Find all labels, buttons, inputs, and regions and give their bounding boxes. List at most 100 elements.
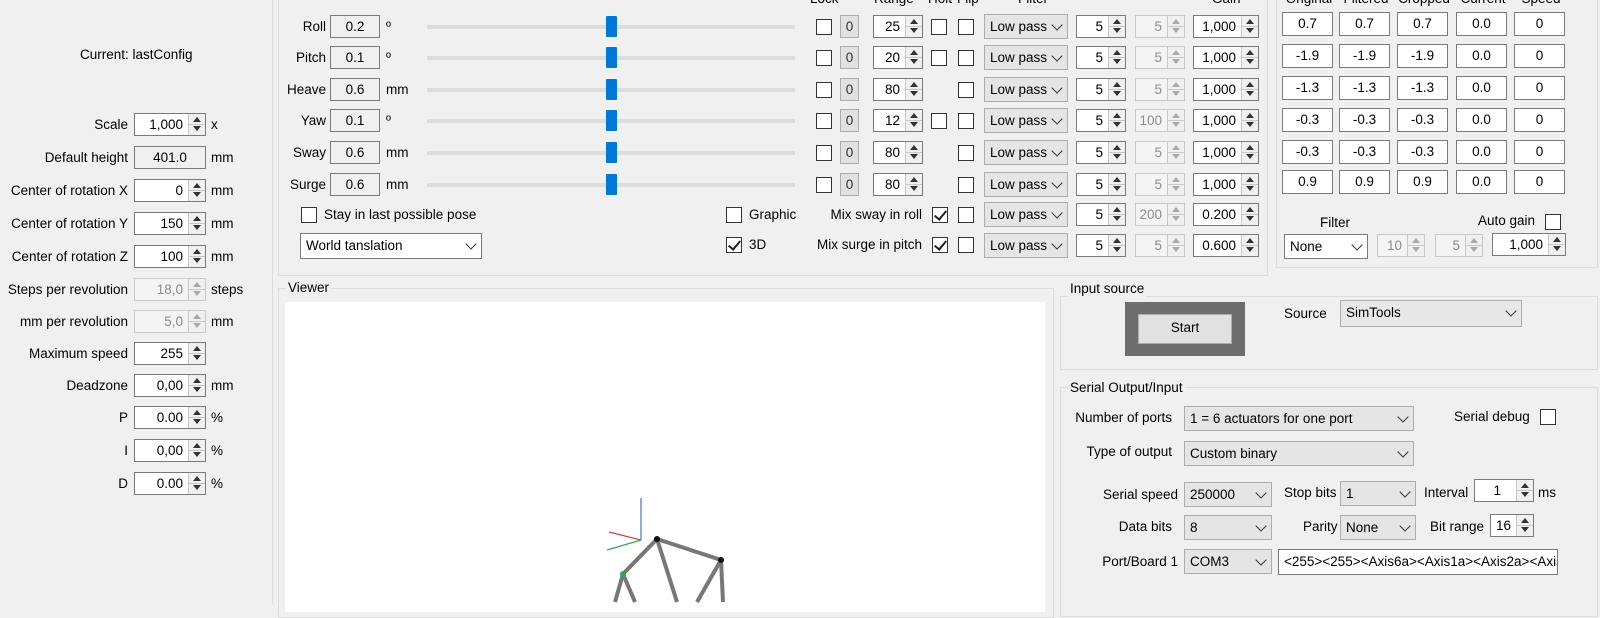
axis-range-spin[interactable]: 80 [873, 141, 923, 164]
axis-gain-spin[interactable]: 1,000 [1193, 46, 1259, 69]
viewer-canvas[interactable] [285, 302, 1045, 612]
axis-range-spin[interactable]: 80 [873, 173, 923, 196]
filter-f2-spin[interactable]: 5 [1435, 234, 1483, 257]
axis-lock-button[interactable]: 0 [840, 46, 859, 69]
axis-filter-select[interactable]: Low pass [984, 108, 1068, 133]
filter-gain-spin[interactable]: 1,000 [1492, 233, 1566, 256]
stepper-arrows-icon[interactable] [188, 440, 205, 461]
stepper-arrows-icon[interactable] [1167, 79, 1184, 100]
output-format-input[interactable]: <255><255><Axis6a><Axis1a><Axis2a><Axis [1278, 549, 1558, 575]
stepper-arrows-icon[interactable] [1548, 234, 1565, 255]
mix-filter-select[interactable]: Low pass [984, 202, 1068, 227]
axis-filter-f1-spin[interactable]: 5 [1076, 46, 1126, 69]
axis-range-spin[interactable]: 12 [873, 109, 923, 132]
left-row-spin[interactable]: 0,00 [134, 439, 206, 462]
start-button[interactable]: Start [1138, 314, 1232, 344]
stepper-arrows-icon[interactable] [1241, 79, 1258, 100]
stepper-arrows-icon[interactable] [1241, 204, 1258, 225]
axis-filter-f2-spin[interactable]: 5 [1135, 173, 1185, 196]
axis-lock-checkbox[interactable] [816, 19, 832, 35]
axis-filter-select[interactable]: Low pass [984, 172, 1068, 197]
stepper-arrows-icon[interactable] [1465, 235, 1482, 256]
stepper-arrows-icon[interactable] [1241, 47, 1258, 68]
stepper-arrows-icon[interactable] [905, 174, 922, 195]
axis-gain-spin[interactable]: 1,000 [1193, 78, 1259, 101]
stepper-arrows-icon[interactable] [1108, 204, 1125, 225]
stepper-arrows-icon[interactable] [1516, 515, 1533, 536]
left-row-spin[interactable]: 1,000 [134, 113, 206, 136]
mix-filter-select[interactable]: Low pass [984, 233, 1068, 258]
stepper-arrows-icon[interactable] [1108, 47, 1125, 68]
serial-debug-checkbox[interactable] [1540, 409, 1556, 425]
axis-flip-checkbox[interactable] [958, 19, 974, 35]
stepper-arrows-icon[interactable] [188, 311, 205, 332]
axis-filter-f1-spin[interactable]: 5 [1076, 173, 1126, 196]
axis-slider-thumb[interactable] [606, 47, 617, 68]
axis-range-spin[interactable]: 25 [873, 15, 923, 38]
axis-flip-checkbox[interactable] [958, 50, 974, 66]
stepper-arrows-icon[interactable] [1167, 174, 1184, 195]
axis-filter-f1-spin[interactable]: 5 [1076, 78, 1126, 101]
axis-filter-f2-spin[interactable]: 5 [1135, 78, 1185, 101]
stepper-arrows-icon[interactable] [905, 142, 922, 163]
port-board-select[interactable]: COM3 [1184, 549, 1272, 574]
mix-filter-f2-spin[interactable]: 5 [1135, 234, 1185, 257]
axis-filter-select[interactable]: Low pass [984, 14, 1068, 39]
axis-gain-spin[interactable]: 1,000 [1193, 109, 1259, 132]
stepper-arrows-icon[interactable] [905, 79, 922, 100]
stepper-arrows-icon[interactable] [1167, 47, 1184, 68]
axis-flip-checkbox[interactable] [958, 82, 974, 98]
stepper-arrows-icon[interactable] [905, 47, 922, 68]
stepper-arrows-icon[interactable] [188, 114, 205, 135]
stepper-arrows-icon[interactable] [1108, 79, 1125, 100]
axis-lock-checkbox[interactable] [816, 50, 832, 66]
mix-gain-spin[interactable]: 0.200 [1193, 203, 1259, 226]
filter-f1-spin[interactable]: 10 [1377, 234, 1425, 257]
filter-select[interactable]: None [1284, 234, 1368, 259]
axis-filter-select[interactable]: Low pass [984, 140, 1068, 165]
stepper-arrows-icon[interactable] [1108, 235, 1125, 256]
axis-filter-select[interactable]: Low pass [984, 45, 1068, 70]
axis-lock-button[interactable]: 0 [840, 15, 859, 38]
axis-lock-checkbox[interactable] [816, 113, 832, 129]
source-select[interactable]: SimTools [1340, 300, 1522, 327]
axis-filter-f2-spin[interactable]: 5 [1135, 46, 1185, 69]
mix-sway-flip-checkbox[interactable] [958, 207, 974, 223]
serial-speed-select[interactable]: 250000 [1184, 482, 1272, 507]
axis-slider-thumb[interactable] [606, 110, 617, 131]
axis-lock-button[interactable]: 0 [840, 109, 859, 132]
axis-flip-checkbox[interactable] [958, 113, 974, 129]
stepper-arrows-icon[interactable] [1241, 174, 1258, 195]
left-row-spin[interactable]: 150 [134, 212, 206, 235]
axis-lock-button[interactable]: 0 [840, 173, 859, 196]
stepper-arrows-icon[interactable] [1108, 174, 1125, 195]
axis-lock-button[interactable]: 0 [840, 141, 859, 164]
stepper-arrows-icon[interactable] [1108, 142, 1125, 163]
left-row-spin[interactable]: 0.00 [134, 472, 206, 495]
axis-lock-checkbox[interactable] [816, 177, 832, 193]
left-row-spin[interactable]: 100 [134, 245, 206, 268]
stepper-arrows-icon[interactable] [1108, 16, 1125, 37]
stepper-arrows-icon[interactable] [188, 375, 205, 396]
stepper-arrows-icon[interactable] [188, 180, 205, 201]
stepper-arrows-icon[interactable] [1167, 235, 1184, 256]
stepper-arrows-icon[interactable] [188, 343, 205, 364]
stepper-arrows-icon[interactable] [1108, 110, 1125, 131]
axis-lock-button[interactable]: 0 [840, 78, 859, 101]
axis-gain-spin[interactable]: 1,000 [1193, 15, 1259, 38]
axis-holt-checkbox[interactable] [931, 113, 947, 129]
graphic-checkbox[interactable] [726, 207, 742, 223]
mix-filter-f1-spin[interactable]: 5 [1076, 203, 1126, 226]
stepper-arrows-icon[interactable] [1167, 110, 1184, 131]
mix-gain-spin[interactable]: 0.600 [1193, 234, 1259, 257]
axis-filter-f2-spin[interactable]: 100 [1135, 109, 1185, 132]
stepper-arrows-icon[interactable] [1167, 204, 1184, 225]
stepper-arrows-icon[interactable] [188, 473, 205, 494]
axis-flip-checkbox[interactable] [958, 177, 974, 193]
data-bits-select[interactable]: 8 [1184, 515, 1272, 540]
threed-checkbox[interactable] [726, 237, 742, 253]
axis-filter-select[interactable]: Low pass [984, 77, 1068, 102]
stepper-arrows-icon[interactable] [1407, 235, 1424, 256]
parity-select[interactable]: None [1340, 515, 1416, 540]
axis-slider-thumb[interactable] [606, 174, 617, 195]
